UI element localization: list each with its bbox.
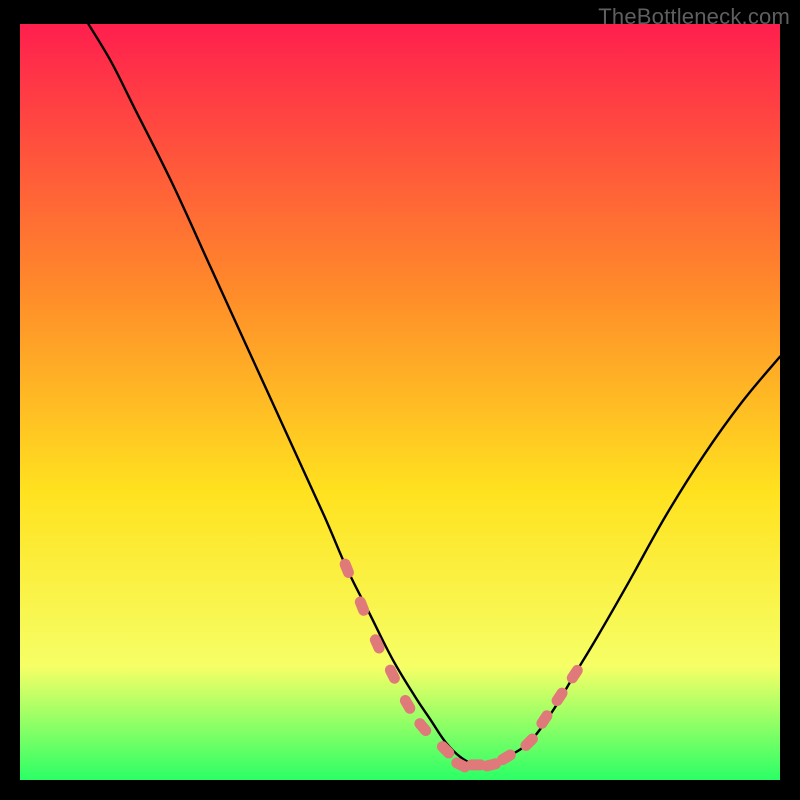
bottleneck-chart: [20, 24, 780, 780]
gradient-background: [20, 24, 780, 780]
watermark-text: TheBottleneck.com: [598, 4, 790, 30]
plot-area: [20, 24, 780, 780]
chart-frame: TheBottleneck.com: [0, 0, 800, 800]
